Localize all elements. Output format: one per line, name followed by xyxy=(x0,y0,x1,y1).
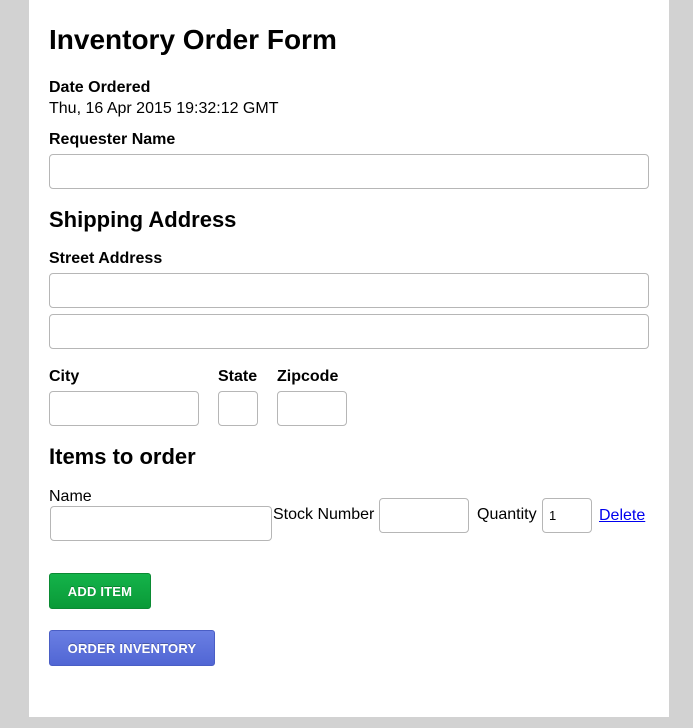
add-item-button[interactable]: ADD ITEM xyxy=(49,573,151,609)
shipping-address-heading: Shipping Address xyxy=(49,207,237,232)
zipcode-input[interactable] xyxy=(277,391,347,426)
street-address-label: Street Address xyxy=(49,250,163,267)
delete-item-link[interactable]: Delete xyxy=(599,507,645,525)
item-name-label: Name xyxy=(49,488,92,505)
city-input[interactable] xyxy=(49,391,199,426)
zipcode-label: Zipcode xyxy=(277,368,339,385)
items-to-order-heading: Items to order xyxy=(49,444,196,469)
state-label: State xyxy=(218,368,258,385)
stock-number-input[interactable] xyxy=(379,498,469,533)
state-input[interactable] xyxy=(218,391,258,426)
quantity-label: Quantity xyxy=(477,506,537,523)
quantity-input[interactable] xyxy=(542,498,592,533)
street-address-line1-input[interactable] xyxy=(49,273,649,308)
date-ordered-label: Date Ordered xyxy=(49,79,151,96)
street-address-line2-input[interactable] xyxy=(49,314,649,349)
requester-name-input[interactable] xyxy=(49,154,649,189)
stock-number-label: Stock Number xyxy=(273,506,375,523)
requester-name-label: Requester Name xyxy=(49,131,176,148)
order-inventory-button[interactable]: ORDER INVENTORY xyxy=(49,630,215,666)
city-label: City xyxy=(49,368,80,385)
form-card: Inventory Order Form Date Ordered Thu, 1… xyxy=(29,0,669,717)
item-name-input[interactable] xyxy=(50,506,272,541)
page-title: Inventory Order Form xyxy=(49,24,337,55)
date-ordered-value: Thu, 16 Apr 2015 19:32:12 GMT xyxy=(49,100,279,117)
